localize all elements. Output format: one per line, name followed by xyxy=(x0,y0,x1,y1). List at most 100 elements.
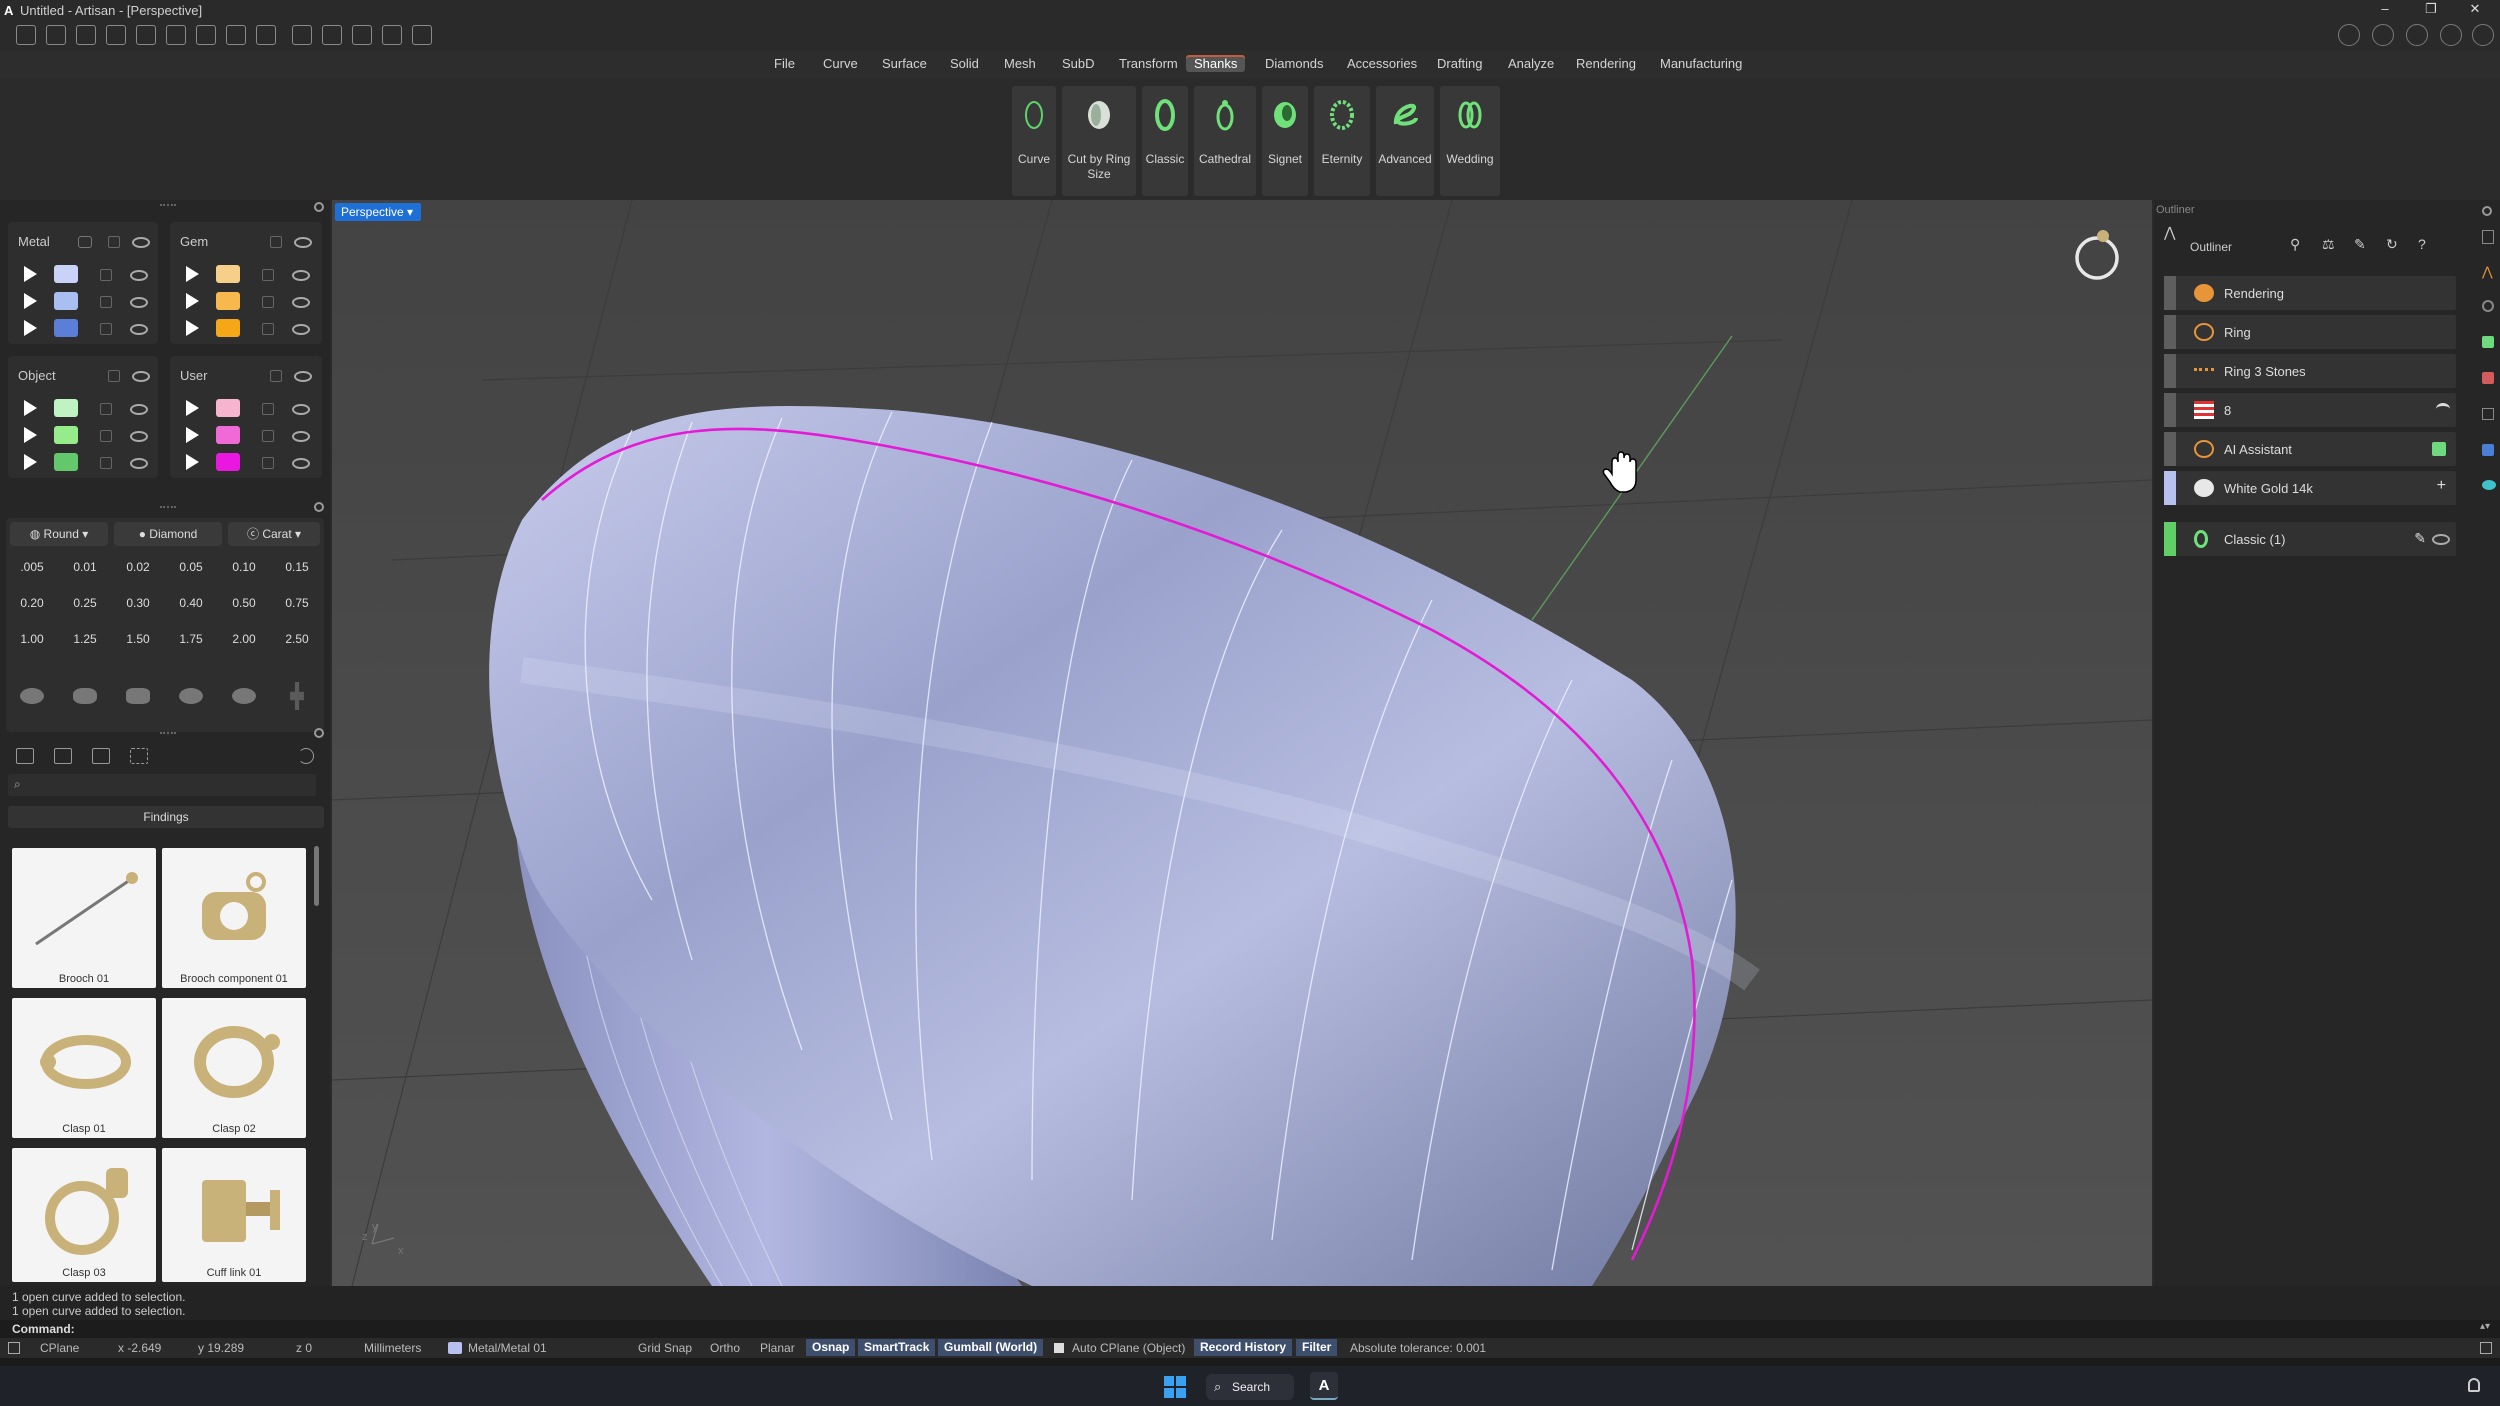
taskbar-search[interactable]: ⌕ Search xyxy=(1206,1374,1294,1400)
help-info-icon[interactable] xyxy=(2372,24,2394,46)
eye-icon[interactable] xyxy=(132,371,150,382)
lock-icon[interactable] xyxy=(100,403,112,415)
eye-icon[interactable] xyxy=(130,270,148,281)
findings-section-header[interactable]: Findings xyxy=(8,806,324,828)
play-icon[interactable] xyxy=(186,320,199,336)
carat-size-button[interactable]: 1.00 xyxy=(8,624,56,654)
carat-size-button[interactable]: 1.25 xyxy=(61,624,109,654)
eye-icon[interactable] xyxy=(292,324,310,335)
carat-size-button[interactable]: 0.15 xyxy=(273,552,321,582)
windows-start-icon[interactable] xyxy=(1164,1376,1186,1398)
minimize-button[interactable]: – xyxy=(2370,1,2400,16)
menu-surface[interactable]: Surface xyxy=(874,55,935,72)
current-layer[interactable]: Metal/Metal 01 xyxy=(468,1341,547,1355)
lock-icon[interactable] xyxy=(262,323,274,335)
import-icon[interactable] xyxy=(106,25,126,45)
viewport-shade-icon[interactable] xyxy=(2338,24,2360,46)
restore-button[interactable]: ❐ xyxy=(2416,1,2446,17)
color-swatch[interactable] xyxy=(216,399,240,417)
gem-cut-pear-icon[interactable] xyxy=(179,688,203,704)
carat-size-button[interactable]: 2.50 xyxy=(273,624,321,654)
toggle-osnap[interactable]: Osnap xyxy=(806,1339,856,1356)
edit-pencil-icon[interactable]: ✎ xyxy=(2414,530,2426,547)
lock-icon[interactable] xyxy=(262,457,274,469)
color-swatch[interactable] xyxy=(216,426,240,444)
toggle-planar[interactable]: Planar xyxy=(760,1341,795,1355)
new-file-icon[interactable] xyxy=(16,25,36,45)
play-icon[interactable] xyxy=(24,320,37,336)
panel-settings-gear-icon[interactable] xyxy=(314,202,324,212)
viewport-tab-perspective[interactable]: Perspective ▾ xyxy=(335,203,421,221)
toggle-filter[interactable]: Filter xyxy=(1296,1339,1338,1356)
carat-size-button[interactable]: 0.40 xyxy=(167,588,215,618)
gem-cut-marquise-icon[interactable] xyxy=(232,688,256,704)
menu-mesh[interactable]: Mesh xyxy=(996,55,1044,72)
artisan-tool-icon[interactable]: ⋀ xyxy=(2482,264,2494,279)
menu-file[interactable]: File xyxy=(766,55,803,72)
carat-size-button[interactable]: 0.75 xyxy=(273,588,321,618)
menu-rendering[interactable]: Rendering xyxy=(1568,55,1644,72)
color-swatch[interactable] xyxy=(54,426,78,444)
play-icon[interactable] xyxy=(186,293,199,309)
ribbon-cathedral-button[interactable]: Cathedral xyxy=(1194,86,1256,196)
menu-analyze[interactable]: Analyze xyxy=(1500,55,1562,72)
play-icon[interactable] xyxy=(186,266,199,282)
outliner-item-rendering[interactable]: Rendering xyxy=(2164,276,2456,310)
color-swatch[interactable] xyxy=(54,265,78,283)
panel-settings-gear-icon[interactable] xyxy=(2482,206,2492,216)
menu-manufacturing[interactable]: Manufacturing xyxy=(1652,55,1750,72)
extras-icon[interactable] xyxy=(2472,24,2494,46)
eye-icon[interactable] xyxy=(130,404,148,415)
library-add-folder-icon[interactable] xyxy=(54,748,72,764)
refresh-icon[interactable]: ↻ xyxy=(2386,236,2404,254)
carat-size-button[interactable]: .005 xyxy=(8,552,56,582)
eye-icon[interactable] xyxy=(292,297,310,308)
undo-icon[interactable] xyxy=(136,25,156,45)
ribbon-classic-button[interactable]: Classic xyxy=(1142,86,1188,196)
gem-tool-icon[interactable] xyxy=(2482,480,2496,490)
units-label[interactable]: Millimeters xyxy=(364,1341,421,1355)
toggle-gumball[interactable]: Gumball (World) xyxy=(938,1339,1044,1356)
cross-points-icon[interactable] xyxy=(382,25,402,45)
toggle-record-history[interactable]: Record History xyxy=(1194,1339,1293,1356)
eye-icon[interactable] xyxy=(292,404,310,415)
eye-icon[interactable] xyxy=(292,458,310,469)
menu-transform[interactable]: Transform xyxy=(1111,55,1186,72)
play-icon[interactable] xyxy=(24,293,37,309)
eye-icon[interactable] xyxy=(294,371,312,382)
material-icon[interactable] xyxy=(2482,336,2494,348)
menu-drafting[interactable]: Drafting xyxy=(1429,55,1491,72)
document-icon[interactable] xyxy=(2482,230,2494,244)
edit-pencil-icon[interactable]: ✎ xyxy=(2354,236,2372,254)
settings-gear-icon[interactable] xyxy=(412,25,432,45)
eye-icon[interactable] xyxy=(130,324,148,335)
toggle-ortho[interactable]: Ortho xyxy=(710,1341,740,1355)
library-scrollbar[interactable] xyxy=(314,846,319,906)
eye-icon[interactable] xyxy=(130,297,148,308)
lock-icon[interactable] xyxy=(100,269,112,281)
outliner-item-ring[interactable]: Ring xyxy=(2164,315,2456,349)
lock-icon[interactable] xyxy=(262,269,274,281)
lock-icon[interactable] xyxy=(108,236,120,248)
ribbon-eternity-button[interactable]: Eternity xyxy=(1314,86,1370,196)
add-gem-cut-icon[interactable] xyxy=(290,682,304,710)
color-swatch[interactable] xyxy=(216,292,240,310)
tool-icon[interactable] xyxy=(2482,372,2494,384)
carat-size-button[interactable]: 0.30 xyxy=(114,588,162,618)
color-swatch[interactable] xyxy=(54,292,78,310)
outliner-item-ring-3-stones[interactable]: Ring 3 Stones xyxy=(2164,354,2456,388)
cplane-label[interactable]: CPlane xyxy=(40,1341,79,1355)
lock-icon[interactable] xyxy=(262,296,274,308)
lock-icon[interactable] xyxy=(100,430,112,442)
material-icon[interactable] xyxy=(78,236,92,248)
outliner-item-classic-1[interactable]: Classic (1) ✎ xyxy=(2164,522,2456,556)
grid-points-icon[interactable] xyxy=(352,25,372,45)
menu-accessories[interactable]: Accessories xyxy=(1339,55,1425,72)
library-item-clasp-03[interactable]: Clasp 03 xyxy=(12,1148,156,1282)
render-icon[interactable] xyxy=(2482,300,2494,312)
layers-icon[interactable] xyxy=(2482,408,2494,420)
library-item-clasp-01[interactable]: Clasp 01 xyxy=(12,998,156,1138)
eye-icon[interactable] xyxy=(292,431,310,442)
save-icon[interactable] xyxy=(196,25,216,45)
eye-icon[interactable] xyxy=(294,237,312,248)
